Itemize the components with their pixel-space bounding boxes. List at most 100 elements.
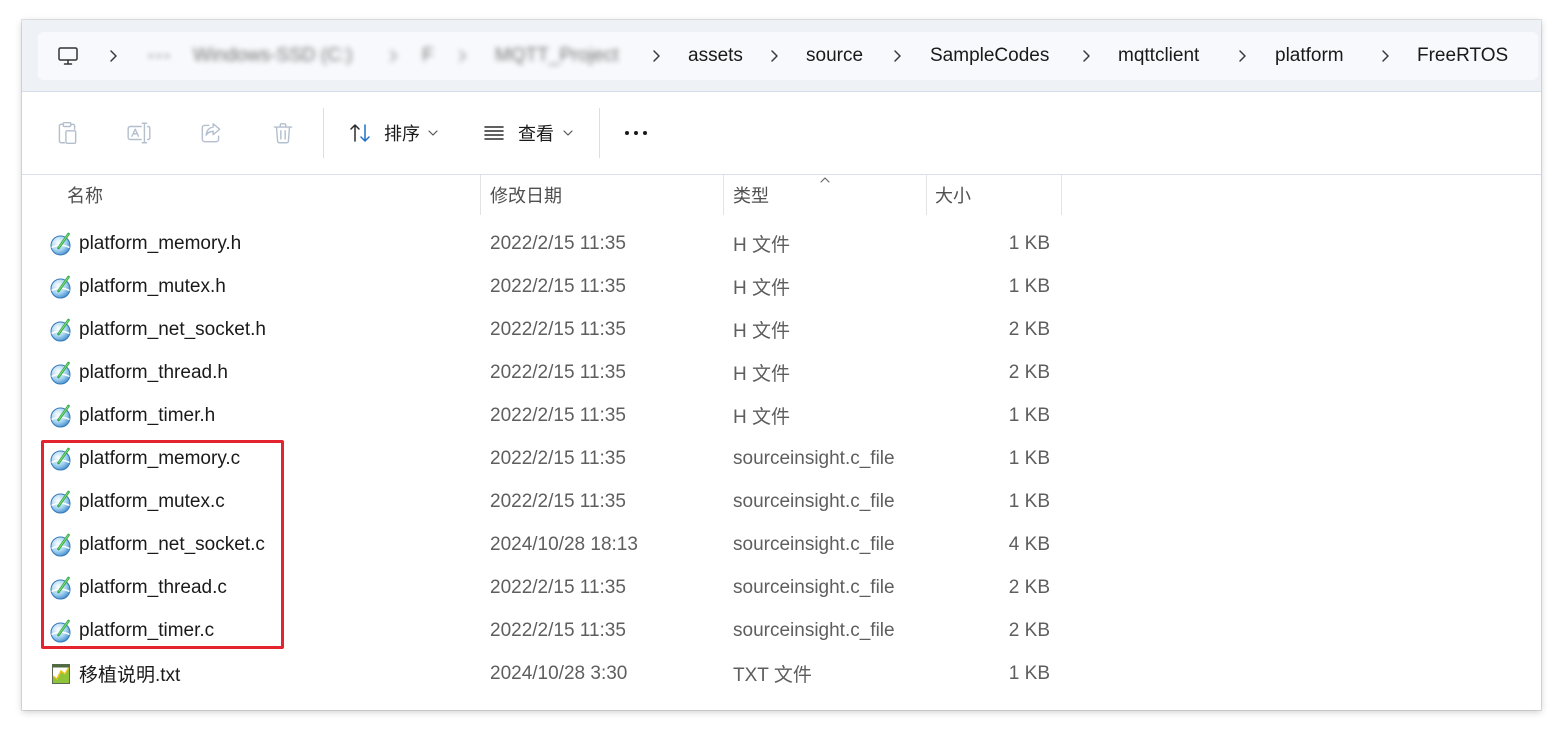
breadcrumb-item-source[interactable]: source [806, 32, 863, 80]
paste-button[interactable] [49, 115, 85, 151]
view-label: 查看 [518, 124, 554, 144]
sort-button[interactable]: 排序 [342, 111, 446, 155]
file-modified: 2024/10/28 18:13 [490, 533, 638, 555]
file-size: 2 KB [1008, 318, 1050, 340]
rename-icon [127, 122, 151, 144]
breadcrumb-item-mqttclient[interactable]: mqttclient [1118, 32, 1199, 80]
toolbar-divider [323, 108, 324, 158]
file-size: 2 KB [1008, 619, 1050, 641]
sort-label: 排序 [384, 124, 420, 144]
share-button[interactable] [193, 115, 229, 151]
file-modified: 2022/2/15 11:35 [490, 232, 626, 254]
computer-icon[interactable] [56, 32, 80, 80]
breadcrumb-item[interactable]: Windows-SSD (C:) [193, 32, 352, 80]
file-row[interactable]: platform_timer.h 2022/2/15 11:35 H 文件 1 … [22, 394, 1541, 437]
file-name: platform_net_socket.h [79, 318, 266, 340]
file-row[interactable]: platform_net_socket.c 2024/10/28 18:13 s… [22, 523, 1541, 566]
file-row[interactable]: platform_net_socket.h 2022/2/15 11:35 H … [22, 308, 1541, 351]
file-modified: 2022/2/15 11:35 [490, 619, 626, 641]
file-type: sourceinsight.c_file [733, 533, 895, 555]
file-row[interactable]: platform_mutex.h 2022/2/15 11:35 H 文件 1 … [22, 265, 1541, 308]
file-size: 4 KB [1008, 533, 1050, 555]
file-row[interactable]: 移植说明.txt 2024/10/28 3:30 TXT 文件 1 KB [22, 652, 1541, 695]
chevron-right-icon[interactable] [388, 32, 398, 80]
file-type: H 文件 [733, 407, 791, 428]
file-explorer-window: Windows-SSD (C:) F MQTT_Project assets s… [22, 20, 1541, 710]
file-modified: 2022/2/15 11:35 [490, 361, 626, 383]
view-button[interactable]: 查看 [476, 111, 580, 155]
column-divider[interactable] [1061, 175, 1062, 215]
sort-ascending-icon [820, 177, 830, 183]
source-insight-file-icon [49, 222, 73, 265]
breadcrumb-item[interactable]: F [422, 32, 434, 80]
breadcrumb-item-samplecodes[interactable]: SampleCodes [930, 32, 1049, 80]
file-size: 1 KB [1008, 404, 1050, 426]
file-type: H 文件 [733, 364, 791, 385]
column-header-modified[interactable]: 修改日期 [480, 175, 723, 215]
breadcrumb-item-freertos[interactable]: FreeRTOS [1417, 32, 1508, 80]
file-type: sourceinsight.c_file [733, 490, 895, 512]
file-type: sourceinsight.c_file [733, 619, 895, 641]
text-file-icon [49, 652, 73, 695]
more-button[interactable] [618, 115, 654, 151]
file-type: sourceinsight.c_file [733, 447, 895, 469]
file-name: platform_mutex.c [79, 490, 225, 512]
chevron-right-icon[interactable] [769, 32, 779, 80]
file-row[interactable]: platform_thread.c 2022/2/15 11:35 source… [22, 566, 1541, 609]
file-row[interactable]: platform_memory.c 2022/2/15 11:35 source… [22, 437, 1541, 480]
column-header-name[interactable]: 名称 [22, 175, 480, 215]
source-insight-file-icon [49, 308, 73, 351]
command-bar: 排序 查看 [22, 92, 1541, 175]
file-size: 2 KB [1008, 361, 1050, 383]
delete-icon [273, 123, 293, 144]
file-row[interactable]: platform_timer.c 2022/2/15 11:35 sourcei… [22, 609, 1541, 652]
file-modified: 2024/10/28 3:30 [490, 662, 628, 684]
paste-icon [58, 122, 77, 144]
file-type: H 文件 [733, 321, 791, 342]
chevron-down-icon [428, 111, 438, 155]
column-header-row: 名称 修改日期 类型 大小 [22, 175, 1541, 215]
chevron-right-icon[interactable] [1081, 32, 1091, 80]
file-name: platform_thread.c [79, 576, 227, 598]
breadcrumb-item[interactable]: MQTT_Project [495, 32, 619, 80]
file-type: sourceinsight.c_file [733, 576, 895, 598]
source-insight-file-icon [49, 566, 73, 609]
breadcrumb[interactable]: Windows-SSD (C:) F MQTT_Project assets s… [38, 32, 1538, 80]
breadcrumb-item-platform[interactable]: platform [1275, 32, 1344, 80]
file-type: H 文件 [733, 235, 791, 256]
file-size: 1 KB [1008, 490, 1050, 512]
rename-button[interactable] [121, 115, 157, 151]
file-name: platform_memory.h [79, 232, 242, 254]
file-name: platform_thread.h [79, 361, 228, 383]
sort-icon [348, 111, 372, 155]
chevron-right-icon[interactable] [1380, 32, 1390, 80]
file-modified: 2022/2/15 11:35 [490, 275, 626, 297]
file-size: 2 KB [1008, 576, 1050, 598]
chevron-right-icon[interactable] [1237, 32, 1247, 80]
breadcrumb-item-assets[interactable]: assets [688, 32, 743, 80]
chevron-right-icon[interactable] [651, 32, 661, 80]
source-insight-file-icon [49, 609, 73, 652]
toolbar-divider [599, 108, 600, 158]
file-row[interactable]: platform_memory.h 2022/2/15 11:35 H 文件 1… [22, 222, 1541, 265]
share-icon [201, 123, 221, 143]
delete-button[interactable] [265, 115, 301, 151]
chevron-right-icon[interactable] [892, 32, 902, 80]
file-type: TXT 文件 [733, 665, 812, 686]
chevron-right-icon[interactable] [108, 32, 118, 80]
file-modified: 2022/2/15 11:35 [490, 576, 626, 598]
file-row[interactable]: platform_mutex.c 2022/2/15 11:35 sourcei… [22, 480, 1541, 523]
file-row[interactable]: platform_thread.h 2022/2/15 11:35 H 文件 2… [22, 351, 1541, 394]
file-size: 1 KB [1008, 662, 1050, 684]
file-modified: 2022/2/15 11:35 [490, 447, 626, 469]
chevron-right-icon[interactable] [457, 32, 467, 80]
source-insight-file-icon [49, 351, 73, 394]
file-name: platform_mutex.h [79, 275, 226, 297]
more-horizontal-icon[interactable] [148, 32, 170, 80]
column-header-size[interactable]: 大小 [926, 175, 1061, 215]
file-size: 1 KB [1008, 275, 1050, 297]
file-name: platform_memory.c [79, 447, 241, 469]
file-size: 1 KB [1008, 232, 1050, 254]
file-name: platform_timer.h [79, 404, 216, 426]
file-modified: 2022/2/15 11:35 [490, 490, 626, 512]
